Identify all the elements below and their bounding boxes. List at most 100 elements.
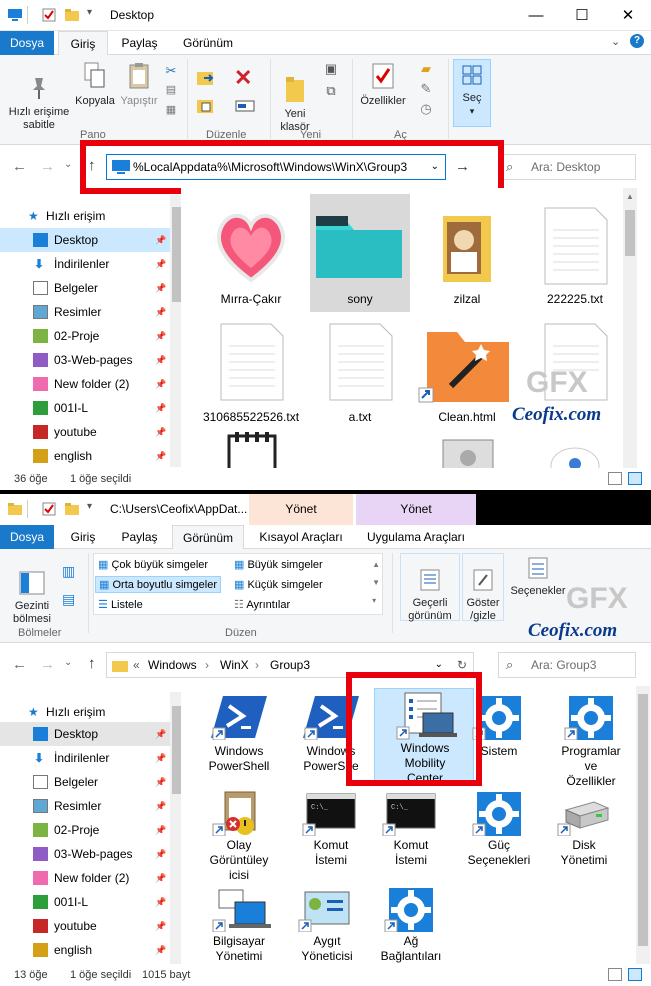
file-item[interactable]: zilzal (417, 196, 517, 310)
file-item-computer-management[interactable]: Bilgisayar Yönetimi (189, 886, 289, 964)
close-button[interactable]: ✕ (605, 0, 651, 31)
maximize-button[interactable]: ☐ (559, 0, 605, 31)
paste-button[interactable]: Yapıştır (118, 61, 160, 108)
file-item[interactable] (201, 432, 301, 468)
file-item-network-connections[interactable]: Ağ Bağlantıları (361, 886, 461, 964)
history-icon[interactable]: ◷ (412, 101, 440, 121)
options-button[interactable]: Seçenekler (508, 555, 568, 598)
details-view-icon[interactable] (608, 968, 622, 981)
file-item-selected[interactable]: sony (310, 194, 410, 312)
quick-access-dropdown-icon[interactable]: ▾ (87, 7, 92, 18)
nav-desktop[interactable]: Desktop 📌 (0, 722, 170, 746)
nav-documents[interactable]: Belgeler 📌 (0, 770, 170, 794)
forward-arrow-icon[interactable]: → (40, 158, 55, 175)
nav-quick-access[interactable]: ★ Hızlı erişim (0, 204, 170, 228)
new-folder-icon[interactable] (65, 8, 79, 22)
layout-medium[interactable]: ▦ Orta boyutlu simgeler (95, 576, 222, 593)
nav-english[interactable]: english 📌 (0, 444, 170, 468)
nav-desktop[interactable]: Desktop 📌 (0, 228, 170, 252)
nav-documents[interactable]: Belgeler 📌 (0, 276, 170, 300)
content-scrollbar[interactable] (636, 686, 650, 964)
layout-details[interactable]: ☷ Ayrıntılar (234, 598, 290, 611)
breadcrumb-group3[interactable]: Group3 (270, 653, 310, 677)
file-item-command-prompt-admin[interactable]: C:\_ Komut İstemi (361, 790, 461, 880)
nav-youtube[interactable]: youtube 📌 (0, 420, 170, 444)
search-box[interactable]: ⌕ Ara: Group3 (498, 652, 636, 678)
layout-large[interactable]: ▦ Büyük simgeler (234, 558, 323, 571)
up-arrow-icon[interactable]: ↑ (88, 655, 96, 672)
chevron-right-icon[interactable]: › (205, 653, 209, 677)
nav-02-proje[interactable]: 02-Proje 📌 (0, 324, 170, 348)
tab-home[interactable]: Giriş (58, 31, 108, 56)
paste-shortcut-icon[interactable]: ▦ (160, 103, 182, 123)
ribbon-collapse-icon[interactable]: ⌄ (611, 35, 620, 48)
overflow-chevron-icon[interactable]: « (133, 653, 140, 677)
quick-access-dropdown-icon[interactable]: ▾ (87, 501, 92, 512)
file-item[interactable]: Mırra-Çakır (201, 196, 301, 310)
new-item-icon[interactable]: ▣ (318, 61, 344, 83)
tab-share[interactable]: Paylaş (112, 31, 167, 55)
layout-small[interactable]: ▦ Küçük simgeler (234, 578, 323, 591)
forward-arrow-icon[interactable]: → (40, 656, 55, 673)
nav-pictures[interactable]: Resimler 📌 (0, 794, 170, 818)
file-item[interactable] (417, 432, 517, 468)
select-button[interactable]: Seç ▾ (453, 59, 491, 127)
help-icon[interactable]: ? (630, 34, 644, 48)
nav-02-proje[interactable]: 02-Proje 📌 (0, 818, 170, 842)
copy-to-icon[interactable] (196, 95, 218, 120)
file-item[interactable]: 222225.txt (525, 196, 621, 310)
file-item[interactable]: a.txt (310, 316, 410, 430)
show-hide-button[interactable]: Göster /gizle (462, 553, 504, 622)
details-pane-icon[interactable]: ▤ (62, 591, 75, 608)
rename-icon[interactable] (234, 95, 256, 120)
back-arrow-icon[interactable]: ← (12, 158, 27, 175)
file-item-programs-features[interactable]: Programlar ve Özellikler (541, 692, 621, 788)
file-item[interactable]: Clean.html (417, 316, 517, 430)
file-item-powershell[interactable]: Windows PowerShell (189, 692, 289, 784)
nav-pictures[interactable]: Resimler 📌 (0, 300, 170, 324)
nav-001i-l[interactable]: 001I-L 📌 (0, 890, 170, 914)
nav-new-folder-2[interactable]: New folder (2) 📌 (0, 866, 170, 890)
file-item-event-viewer[interactable]: Olay Görüntüley icisi (189, 790, 289, 882)
tab-view[interactable]: Görünüm (172, 525, 244, 550)
file-item[interactable] (525, 432, 621, 468)
gallery-scroll-icon[interactable]: ▲ ▼ ▾ (372, 556, 380, 610)
minimize-button[interactable]: — (513, 0, 559, 31)
move-to-icon[interactable] (196, 67, 218, 92)
nav-youtube[interactable]: youtube 📌 (0, 914, 170, 938)
details-view-icon[interactable] (608, 472, 622, 485)
layout-extra-large[interactable]: ▦ Çok büyük simgeler (98, 558, 208, 571)
tab-file[interactable]: Dosya (0, 525, 54, 549)
cut-icon[interactable]: ✂ (160, 63, 182, 83)
layout-list[interactable]: ☰ Listele (98, 598, 143, 611)
search-box[interactable]: ⌕ Ara: Desktop (498, 154, 636, 180)
large-icons-view-icon[interactable] (628, 968, 642, 981)
copy-path-icon[interactable]: ▤ (160, 83, 182, 103)
properties-icon[interactable] (42, 8, 56, 22)
breadcrumb-winx[interactable]: WinX (220, 653, 249, 677)
nav-english[interactable]: english 📌 (0, 938, 170, 962)
copy-button[interactable]: Kopyala (72, 61, 118, 108)
nav-001i-l[interactable]: 001I-L 📌 (0, 396, 170, 420)
edit-icon[interactable]: ✎ (412, 81, 440, 101)
delete-icon[interactable]: ✕ (234, 65, 252, 91)
pin-quick-access-button[interactable]: Hızlı erişime sabitle (4, 61, 74, 145)
properties-icon[interactable] (42, 502, 56, 516)
open-icon[interactable]: ▰ (412, 61, 440, 81)
nav-03-web-pages[interactable]: 03-Web-pages 📌 (0, 348, 170, 372)
nav-downloads[interactable]: ⬇ İndirilenler 📌 (0, 252, 170, 276)
nav-downloads[interactable]: ⬇ İndirilenler 📌 (0, 746, 170, 770)
breadcrumb-windows[interactable]: Windows (148, 653, 197, 677)
tab-share[interactable]: Paylaş (112, 525, 167, 549)
preview-pane-icon[interactable]: ▥ (62, 563, 75, 580)
nav-quick-access[interactable]: ★ Hızlı erişim (0, 700, 170, 724)
content-scrollbar[interactable]: ▲ (623, 188, 637, 468)
back-arrow-icon[interactable]: ← (12, 656, 27, 673)
tab-view[interactable]: Görünüm (172, 31, 244, 55)
easy-access-icon[interactable]: ⧉ (318, 83, 344, 105)
nav-new-folder-2[interactable]: New folder (2) 📌 (0, 372, 170, 396)
nav-03-web-pages[interactable]: 03-Web-pages 📌 (0, 842, 170, 866)
recent-locations-icon[interactable]: ⌄ (64, 657, 72, 668)
tab-file[interactable]: Dosya (0, 31, 54, 55)
new-folder-icon[interactable] (65, 502, 79, 516)
